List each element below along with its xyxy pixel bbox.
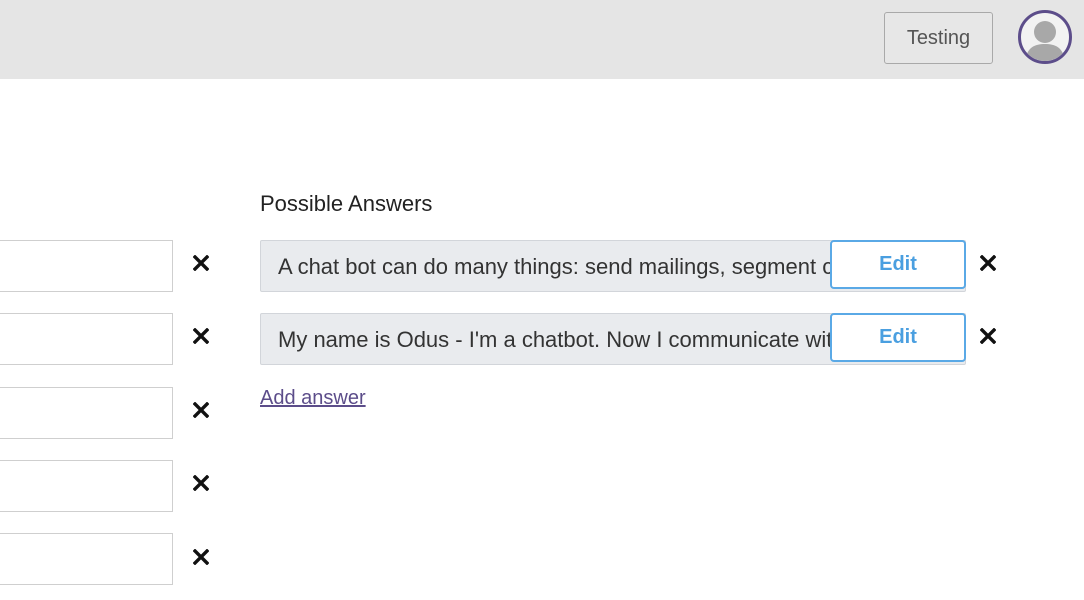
answer-row: My name is Odus - I'm a chatbot. Now I c… bbox=[260, 313, 966, 365]
text-input[interactable] bbox=[0, 387, 173, 439]
text-input[interactable] bbox=[0, 313, 173, 365]
add-answer-link[interactable]: Add answer bbox=[260, 387, 366, 410]
answer-row: A chat bot can do many things: send mail… bbox=[260, 240, 966, 292]
top-bar: Testing bbox=[0, 0, 1084, 79]
close-icon[interactable] bbox=[189, 324, 213, 348]
answer-text: My name is Odus - I'm a chatbot. Now I c… bbox=[278, 327, 831, 352]
close-icon[interactable] bbox=[976, 324, 1000, 348]
answer-text: A chat bot can do many things: send mail… bbox=[278, 254, 831, 279]
close-icon[interactable] bbox=[189, 471, 213, 495]
close-icon[interactable] bbox=[189, 251, 213, 275]
text-input[interactable] bbox=[0, 460, 173, 512]
close-icon[interactable] bbox=[189, 545, 213, 569]
user-avatar-icon[interactable] bbox=[1018, 10, 1072, 64]
close-icon[interactable] bbox=[976, 251, 1000, 275]
edit-button[interactable]: Edit bbox=[830, 313, 966, 362]
edit-button[interactable]: Edit bbox=[830, 240, 966, 289]
possible-answers-heading: Possible Answers bbox=[260, 191, 433, 216]
testing-button[interactable]: Testing bbox=[884, 12, 993, 64]
text-input[interactable] bbox=[0, 533, 173, 585]
close-icon[interactable] bbox=[189, 398, 213, 422]
text-input[interactable] bbox=[0, 240, 173, 292]
